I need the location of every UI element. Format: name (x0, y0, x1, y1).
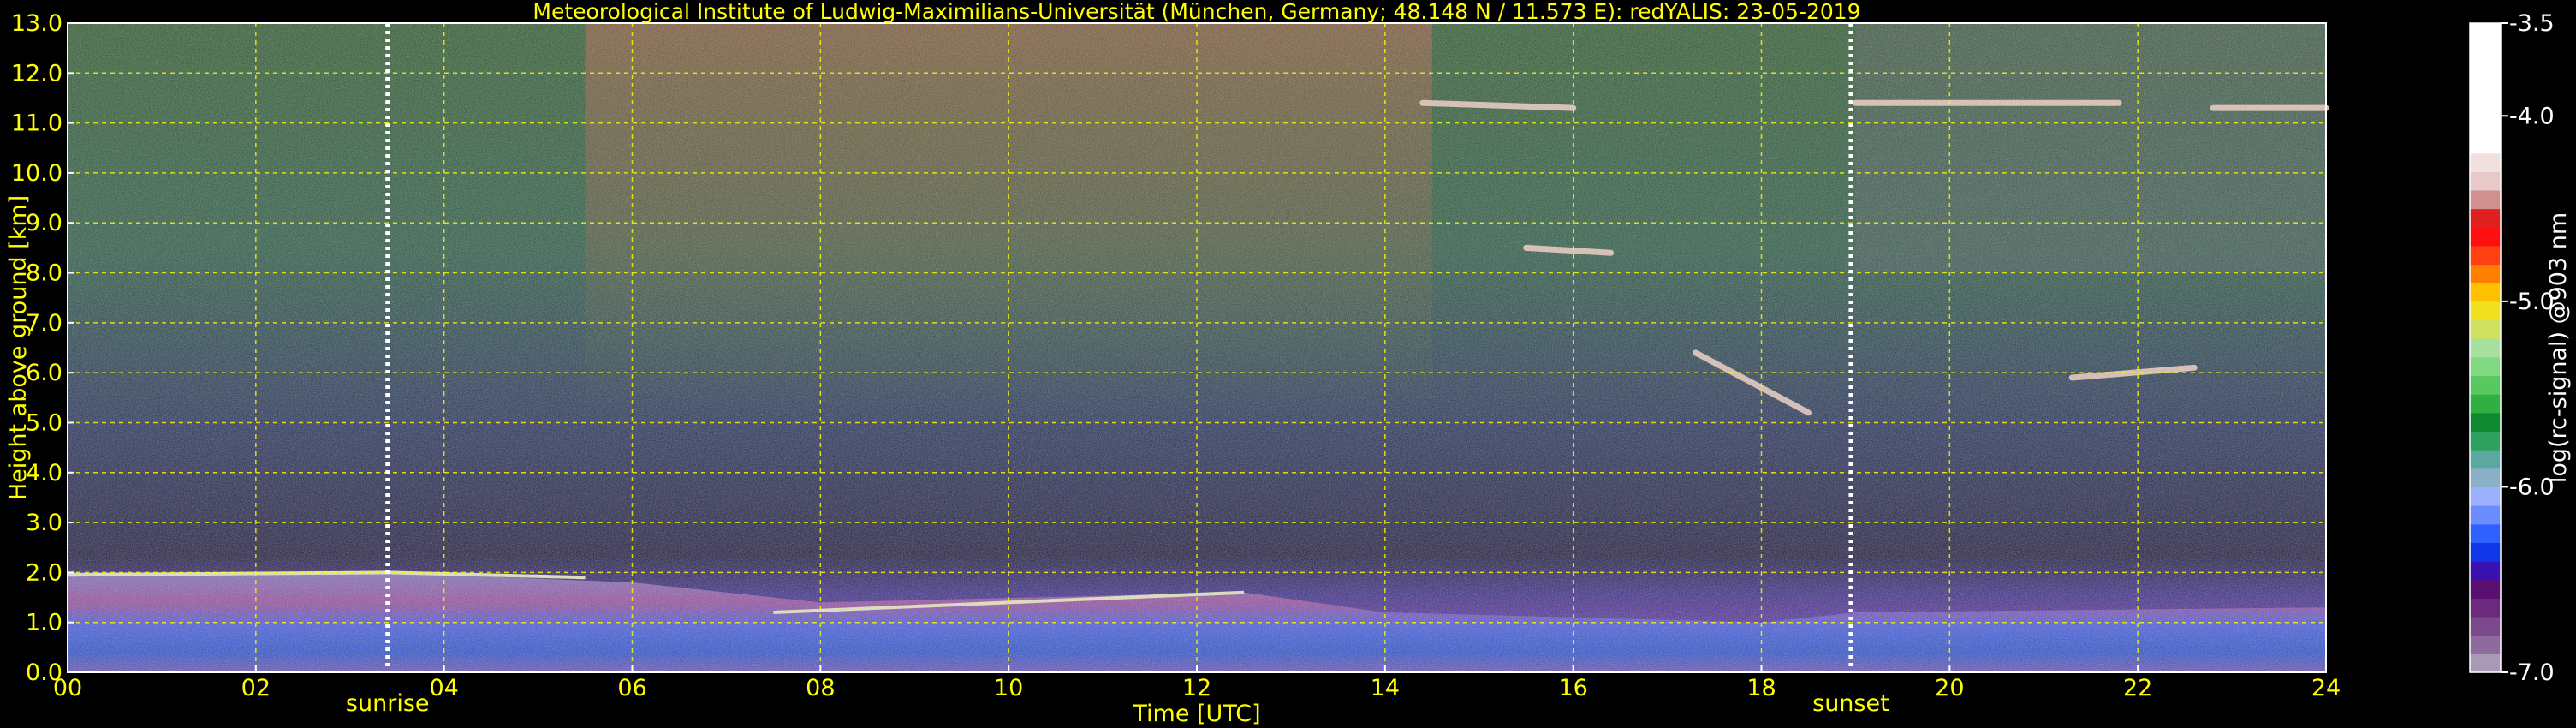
colorbar-segment (2470, 301, 2501, 321)
colorbar-segment (2470, 78, 2501, 98)
chart-title: Meteorological Institute of Ludwig-Maxim… (532, 0, 1860, 24)
y-tick-label: 12.0 (11, 60, 62, 87)
y-tick-label: 11.0 (11, 110, 62, 137)
colorbar-segment (2470, 264, 2501, 283)
colorbar-segment (2470, 653, 2501, 673)
colorbar-segment (2470, 579, 2501, 599)
y-tick-label: 3.0 (26, 510, 62, 536)
x-tick-label: 10 (994, 675, 1023, 701)
colorbar-tick-label: -4.0 (2509, 103, 2555, 129)
colorbar-segment (2470, 412, 2501, 433)
colorbar-segment (2470, 134, 2501, 154)
colorbar-tick-label: -3.5 (2509, 10, 2555, 37)
colorbar-segment (2470, 394, 2501, 414)
x-tick-label: 16 (1558, 675, 1587, 701)
colorbar-segment (2470, 505, 2501, 525)
colorbar-segment (2470, 152, 2501, 172)
colorbar-segment (2470, 208, 2501, 228)
y-tick-label: 1.0 (26, 610, 62, 636)
colorbar-segment (2470, 486, 2501, 506)
y-tick-label: 2.0 (26, 559, 62, 586)
colorbar-segment (2470, 635, 2501, 654)
colorbar-segment (2470, 60, 2501, 80)
colorbar-segment (2470, 319, 2501, 339)
x-tick-label: 02 (241, 675, 271, 701)
x-tick-label: 18 (1746, 675, 1776, 701)
y-tick-label: 0.0 (26, 659, 62, 686)
x-tick-label: 06 (617, 675, 646, 701)
colorbar-segment (2470, 41, 2501, 61)
colorbar-tick-label: -7.0 (2509, 659, 2555, 686)
x-tick-label: 14 (1371, 675, 1400, 701)
colorbar-segment (2470, 97, 2501, 116)
colorbar-segment (2470, 283, 2501, 302)
colorbar-segment (2470, 356, 2501, 377)
colorbar-segment (2470, 189, 2501, 210)
colorbar-segment (2470, 617, 2501, 636)
x-tick-label: 24 (2311, 675, 2341, 701)
colorbar-segment (2470, 542, 2501, 562)
colorbar-segment (2470, 468, 2501, 488)
colorbar-segment (2470, 116, 2501, 135)
colorbar-label: log(rc-signal) @903 nm (2545, 212, 2572, 483)
y-tick-label: 10.0 (11, 160, 62, 187)
x-tick-label: 04 (429, 675, 458, 701)
x-tick-label: 20 (1935, 675, 1964, 701)
y-tick-label: 13.0 (11, 10, 62, 37)
colorbar: -3.5-4.0-5.0-6.0-7.0 (2469, 10, 2555, 686)
colorbar-segment (2470, 338, 2501, 358)
lidar-chart: sunrise sunset 00 02 04 06 08 10 12 14 16 18 20 22 24… (5, 0, 2572, 727)
x-tick-label: 22 (2123, 675, 2152, 701)
sunrise-label: sunrise (346, 690, 430, 717)
colorbar-segment (2470, 227, 2501, 247)
colorbar-segment (2470, 431, 2501, 451)
y-axis-label: Height above ground [km] (5, 195, 32, 500)
colorbar-segment (2470, 171, 2501, 191)
x-tick-label: 12 (1182, 675, 1211, 701)
colorbar-segment (2470, 23, 2501, 43)
colorbar-segment (2470, 450, 2501, 469)
x-tick-label: 08 (806, 675, 835, 701)
sunset-label: sunset (1812, 690, 1889, 717)
x-axis-label: Time [UTC] (1132, 701, 1260, 727)
colorbar-segment (2470, 523, 2501, 543)
colorbar-segment (2470, 598, 2501, 618)
colorbar-segment (2470, 375, 2501, 395)
colorbar-segment (2470, 561, 2501, 581)
colorbar-segment (2470, 245, 2501, 266)
